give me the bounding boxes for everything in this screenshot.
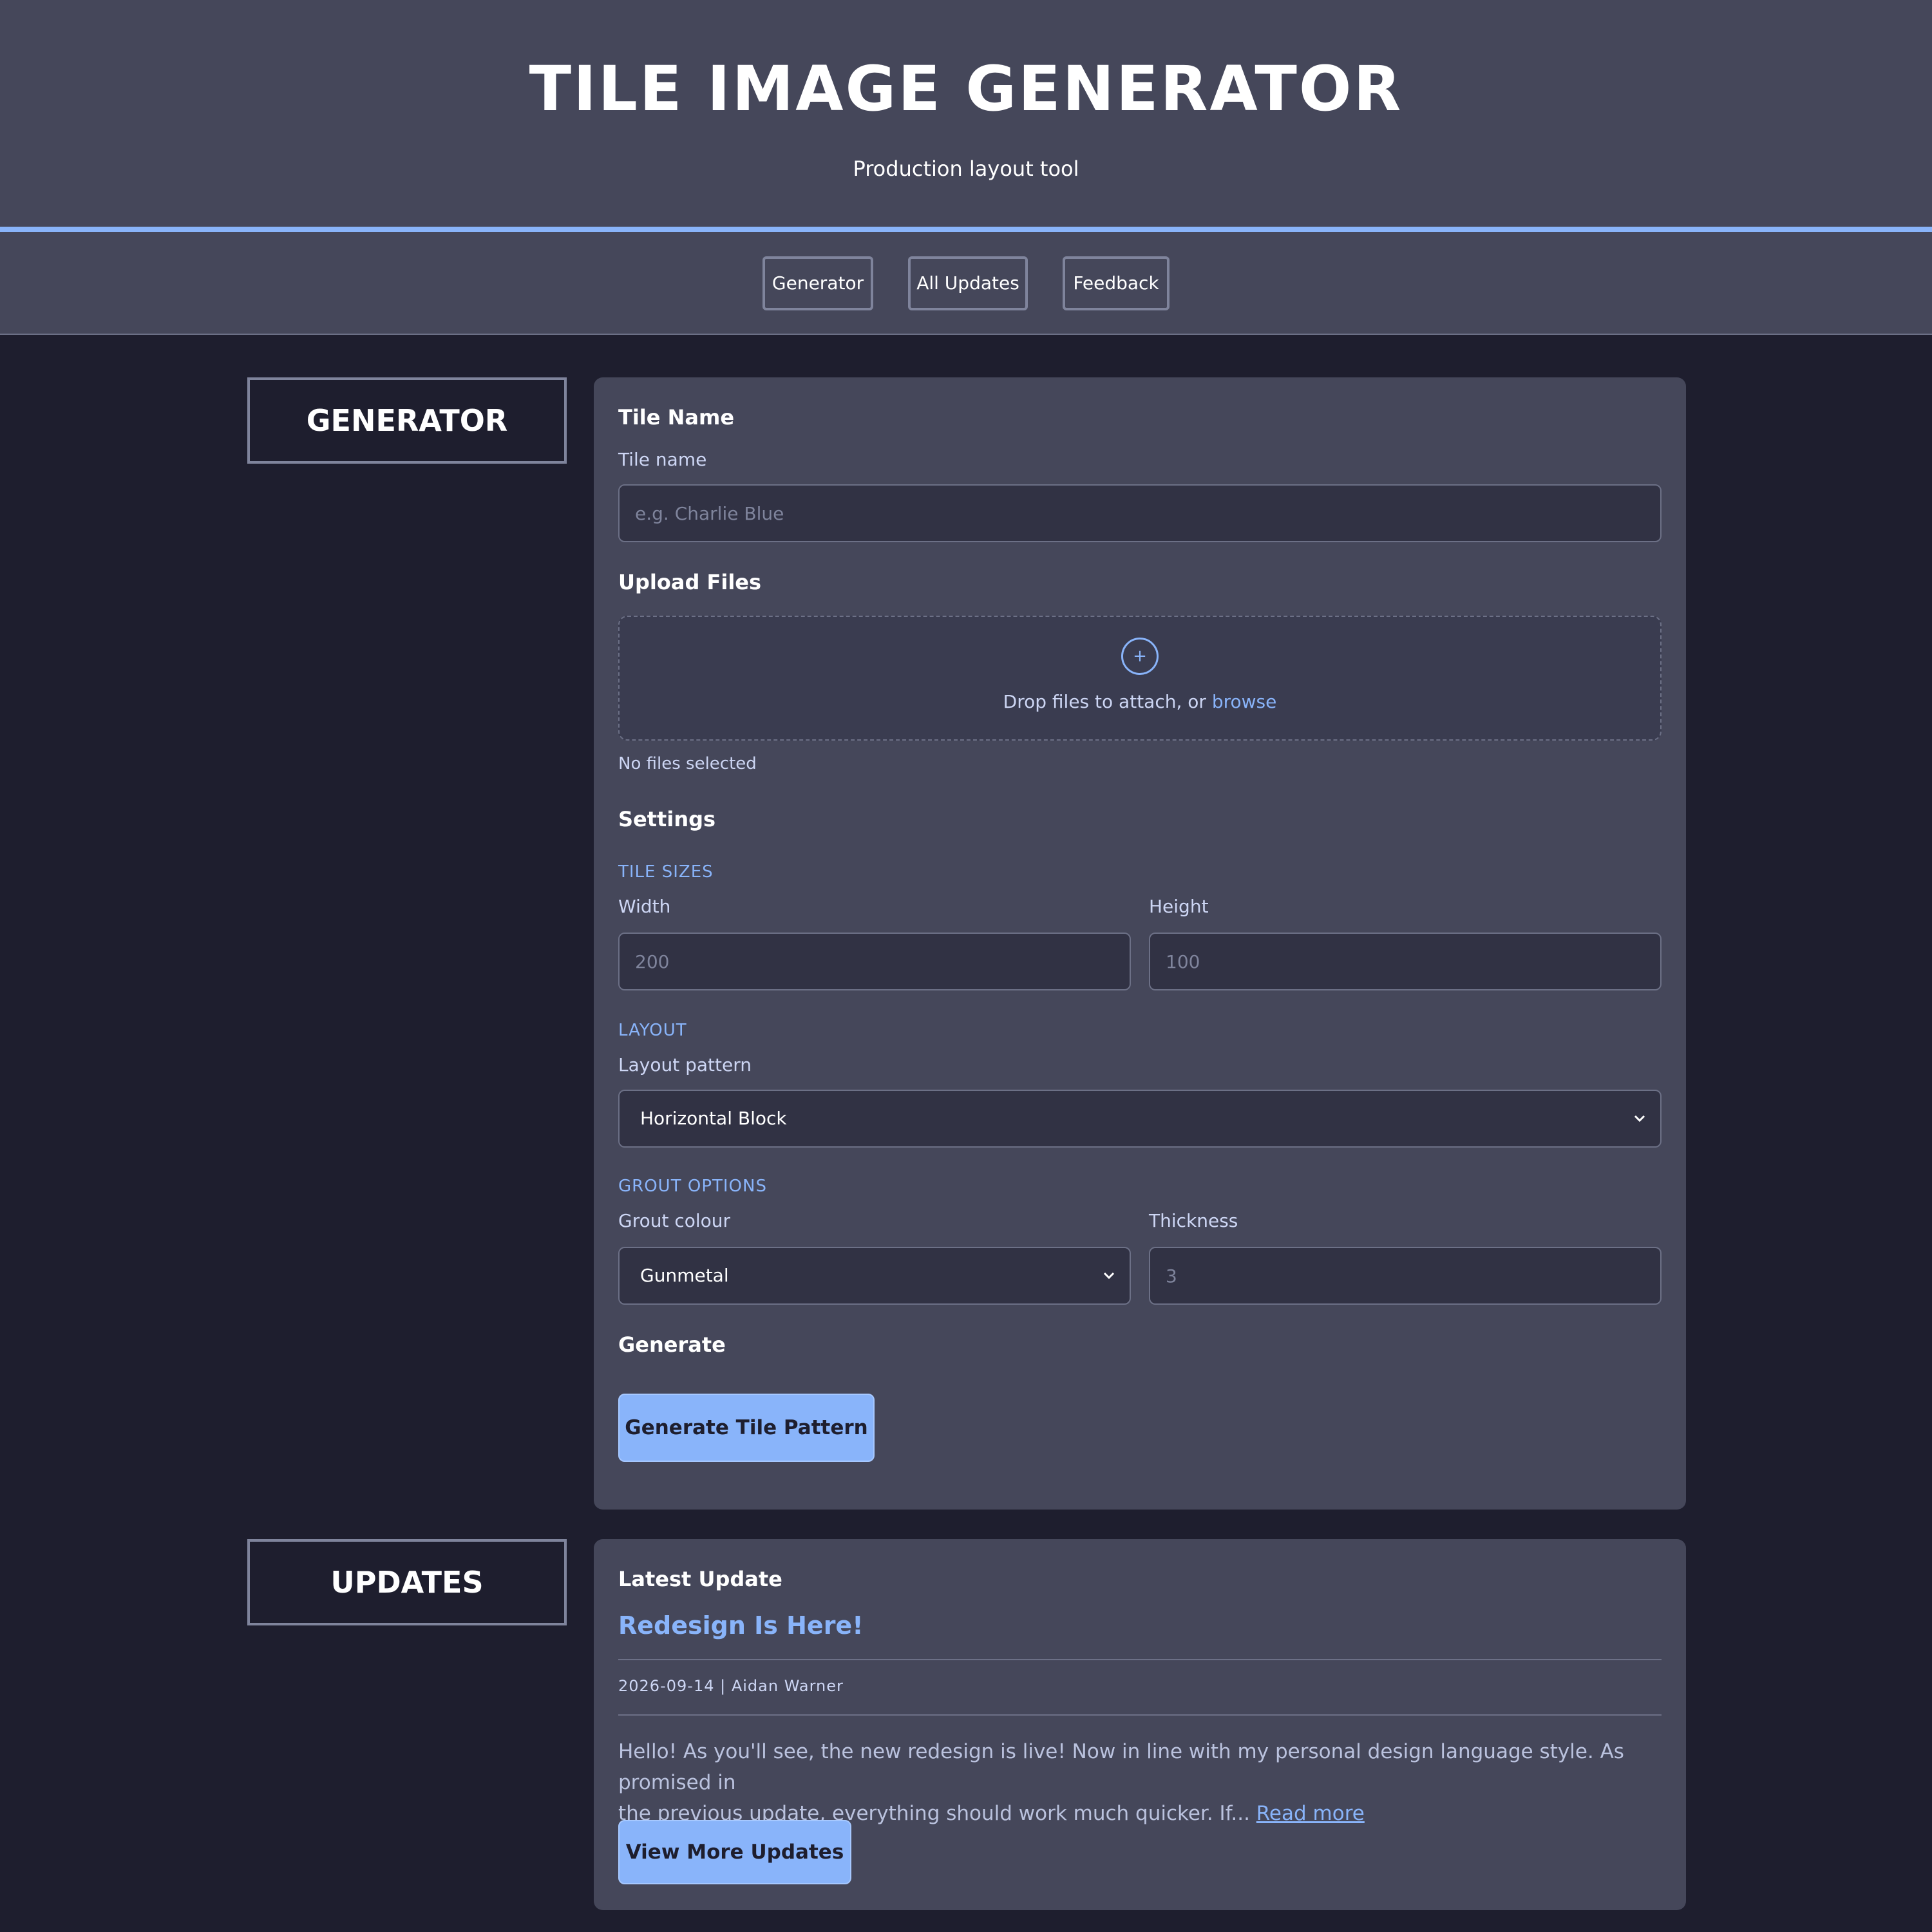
divider <box>618 1714 1662 1716</box>
chevron-down-icon <box>1103 1272 1115 1280</box>
file-dropzone[interactable]: + Drop files to attach, or browse <box>618 616 1662 741</box>
height-label: Height <box>1149 896 1209 917</box>
nav-all-updates-button[interactable]: All Updates <box>908 256 1028 310</box>
read-more-link[interactable]: Read more <box>1256 1802 1365 1825</box>
view-more-updates-button[interactable]: View More Updates <box>618 1820 851 1884</box>
thickness-label: Thickness <box>1149 1210 1238 1231</box>
settings-heading: Settings <box>618 807 716 831</box>
height-input[interactable] <box>1149 933 1662 990</box>
upload-files-heading: Upload Files <box>618 570 762 594</box>
latest-update-heading: Latest Update <box>618 1567 782 1591</box>
nav-generator-button[interactable]: Generator <box>762 256 873 310</box>
thickness-input[interactable] <box>1149 1247 1662 1305</box>
chevron-down-icon <box>1634 1115 1645 1122</box>
upload-status: No files selected <box>618 754 757 773</box>
generator-panel: Tile Name Tile name Upload Files + Drop … <box>594 377 1686 1510</box>
grout-options-label: GROUT OPTIONS <box>618 1177 767 1196</box>
update-meta: 2026-09-14 | Aidan Warner <box>618 1677 844 1695</box>
add-file-icon: + <box>1121 638 1159 675</box>
layout-pattern-label: Layout pattern <box>618 1054 752 1075</box>
layout-pattern-select[interactable]: Horizontal Block <box>618 1090 1662 1148</box>
layout-pattern-value: Horizontal Block <box>640 1108 787 1129</box>
browse-link[interactable]: browse <box>1212 691 1277 712</box>
width-input[interactable] <box>618 933 1131 990</box>
tile-sizes-label: TILE SIZES <box>618 862 714 882</box>
tile-name-input[interactable] <box>618 484 1662 542</box>
layout-label: LAYOUT <box>618 1021 687 1040</box>
generate-tile-pattern-button[interactable]: Generate Tile Pattern <box>618 1394 875 1462</box>
header-accent-line <box>0 227 1932 232</box>
generate-heading: Generate <box>618 1332 726 1357</box>
dropzone-text: Drop files to attach, or browse <box>1003 691 1277 712</box>
update-title: Redesign Is Here! <box>618 1611 864 1640</box>
updates-panel: Latest Update Redesign Is Here! 2026-09-… <box>594 1539 1686 1910</box>
grout-colour-label: Grout colour <box>618 1210 731 1231</box>
update-body: Hello! As you'll see, the new redesign i… <box>618 1740 1624 1825</box>
width-label: Width <box>618 896 671 917</box>
page-title: TILE IMAGE GENERATOR <box>529 53 1403 125</box>
page-subtitle: Production layout tool <box>853 156 1079 181</box>
updates-section-title: UPDATES <box>247 1539 567 1625</box>
grout-colour-select[interactable]: Gunmetal <box>618 1247 1131 1305</box>
tile-name-heading: Tile Name <box>618 405 735 430</box>
divider <box>618 1659 1662 1660</box>
tile-name-label: Tile name <box>618 449 707 470</box>
nav-feedback-button[interactable]: Feedback <box>1063 256 1170 310</box>
grout-colour-value: Gunmetal <box>640 1265 729 1286</box>
generator-section-title: GENERATOR <box>247 377 567 464</box>
top-nav: Generator All Updates Feedback <box>0 232 1932 335</box>
app-header: TILE IMAGE GENERATOR Production layout t… <box>0 0 1932 227</box>
